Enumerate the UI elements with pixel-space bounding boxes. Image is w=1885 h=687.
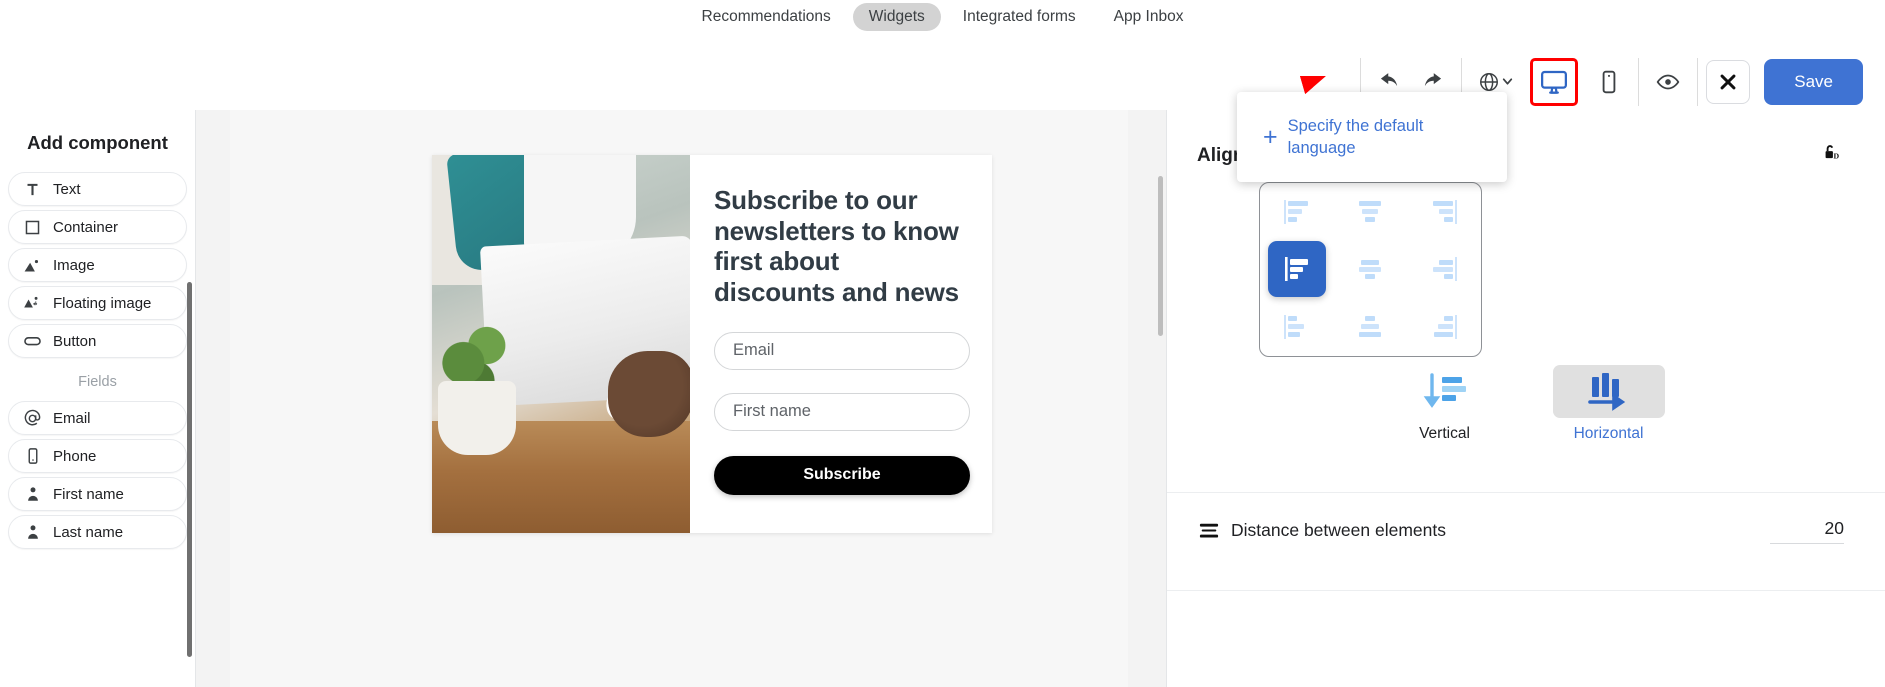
alignment-grid [1259,182,1482,357]
properties-panel: Align D Vertical Horizontal Distance bet… [1166,110,1885,687]
align-middle-center[interactable] [1334,241,1408,299]
sidebar-item-text[interactable]: Text [8,172,187,206]
align-top-center[interactable] [1334,183,1408,241]
close-x-icon [1717,71,1739,93]
person-icon [23,523,42,542]
tab-widgets[interactable]: Widgets [852,3,941,31]
sidebar-item-label: Last name [53,523,124,541]
save-button[interactable]: Save [1764,58,1863,105]
align-bottom-right[interactable] [1407,298,1481,356]
tab-recommendations[interactable]: Recommendations [686,3,847,31]
desktop-view-button[interactable] [1530,57,1579,106]
align-top-left[interactable] [1260,183,1334,241]
top-navigation: Recommendations Widgets Integrated forms… [0,0,1885,34]
unlock-icon[interactable]: D [1821,142,1843,169]
globe-icon [1478,71,1500,93]
specify-default-language-link[interactable]: Specify the default language [1288,115,1463,160]
sidebar-item-button[interactable]: Button [8,324,187,358]
svg-text:D: D [1833,152,1839,161]
align-middle-right[interactable] [1407,241,1481,299]
tab-app-inbox[interactable]: App Inbox [1098,3,1200,31]
chevron-down-icon [1501,75,1514,88]
sidebar-item-label: Email [53,409,91,427]
distance-between-elements-row: Distance between elements 20 [1167,492,1885,568]
widget-hero-image[interactable] [432,155,690,533]
orientation-horizontal-label: Horizontal [1573,425,1644,442]
orientation-horizontal[interactable]: Horizontal [1552,365,1665,443]
align-middle-left[interactable] [1260,241,1334,299]
default-language-popup: + Specify the default language [1237,92,1507,182]
sidebar-item-label: Floating image [53,294,152,312]
person-icon [23,485,42,504]
sidebar-item-label: First name [53,485,124,503]
sidebar-item-phone[interactable]: Phone [8,439,187,473]
canvas-page: Subscribe to our newsletters to know fir… [230,110,1128,687]
orientation-vertical-label: Vertical [1419,425,1470,442]
preview-button[interactable] [1647,61,1689,103]
orientation-vertical[interactable]: Vertical [1389,365,1501,443]
sidebar-item-label: Phone [53,447,97,465]
sidebar-fields-heading: Fields [78,374,117,390]
sidebar-item-label: Button [53,332,97,350]
widget-first-name-input[interactable]: First name [714,392,970,431]
sidebar-item-last-name[interactable]: Last name [8,515,187,549]
toolbar-divider-3 [1638,57,1640,106]
orientation-selector: Vertical Horizontal [1167,365,1885,443]
sidebar-list: Text Container Image Floating image Butt… [0,172,195,549]
orientation-horizontal-box [1552,365,1665,418]
subscribe-widget-preview[interactable]: Subscribe to our newsletters to know fir… [432,155,992,533]
sidebar-item-label: Text [53,180,81,198]
widget-email-input[interactable]: Email [714,331,970,370]
text-icon [23,180,42,199]
horizontal-align-icon [1587,372,1625,411]
floating-image-icon [23,294,42,313]
orientation-vertical-box [1389,365,1501,418]
phone-icon [23,447,42,466]
hand-shape [608,351,690,437]
container-icon [23,218,42,237]
align-bottom-left[interactable] [1260,298,1334,356]
distance-icon [1197,521,1221,541]
widget-subscribe-button[interactable]: Subscribe [714,455,970,495]
canvas-scrollbar[interactable] [1158,176,1163,336]
image-icon [23,256,42,275]
plus-icon: + [1263,122,1278,151]
align-bottom-center[interactable] [1334,298,1408,356]
sidebar-item-container[interactable]: Container [8,210,187,244]
mobile-view-button[interactable] [1588,61,1630,103]
panel-divider [1167,590,1885,591]
distance-value-input[interactable]: 20 [1770,518,1844,544]
at-icon [23,409,42,428]
align-top-right[interactable] [1407,183,1481,241]
sidebar-scrollbar[interactable] [187,282,192,657]
sidebar-item-label: Image [53,256,95,274]
widget-headline[interactable]: Subscribe to our newsletters to know fir… [714,185,964,308]
sidebar-item-floating-image[interactable]: Floating image [8,286,187,320]
widget-canvas: Subscribe to our newsletters to know fir… [196,110,1166,687]
plant-pot-shape [438,381,516,455]
sidebar-title: Add component [27,132,168,153]
tab-integrated-forms[interactable]: Integrated forms [947,3,1092,31]
toolbar-divider-4 [1697,57,1699,106]
mobile-phone-icon [1596,69,1622,95]
sidebar-item-first-name[interactable]: First name [8,477,187,511]
sidebar-item-email[interactable]: Email [8,401,187,435]
button-icon [23,332,42,351]
sidebar-item-label: Container [53,218,119,236]
distance-label: Distance between elements [1231,520,1446,540]
vertical-align-icon [1423,372,1466,408]
eye-icon [1655,69,1681,95]
widget-form: Subscribe to our newsletters to know fir… [690,155,996,533]
add-component-sidebar: Add component Text Container Image Float… [0,110,196,687]
sidebar-item-image[interactable]: Image [8,248,187,282]
close-button[interactable] [1706,59,1751,104]
desktop-monitor-icon [1539,67,1569,97]
